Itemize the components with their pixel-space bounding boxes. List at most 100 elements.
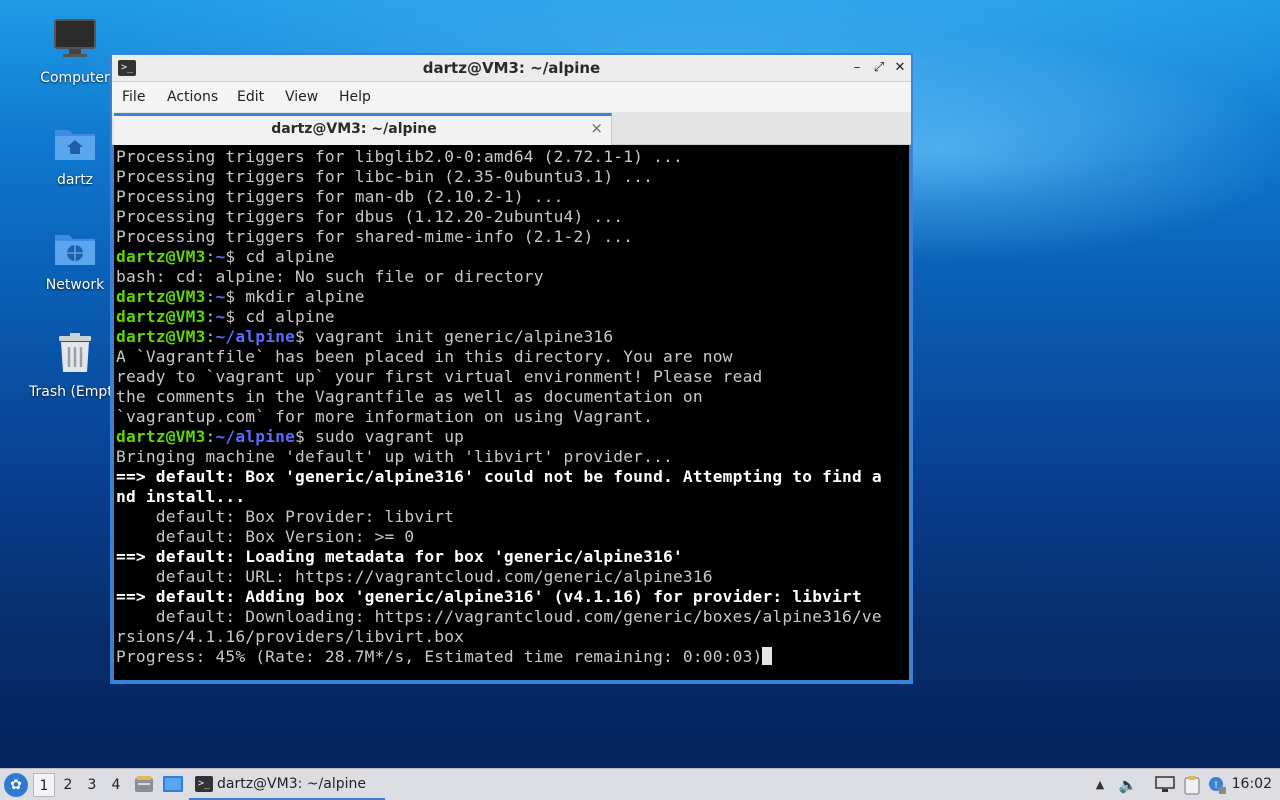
terminal-output-line: Progress: 45% (Rate: 28.7M*/s, Estimated…: [116, 647, 909, 667]
volume-icon[interactable]: 🔈: [1118, 775, 1138, 795]
prompt-command: mkdir alpine: [235, 287, 365, 306]
prompt-command: cd alpine: [235, 307, 335, 326]
terminal-output-line: A `Vagrantfile` has been placed in this …: [116, 347, 909, 367]
file-manager-icon[interactable]: [134, 775, 154, 793]
tab-close-icon[interactable]: ×: [590, 119, 603, 137]
terminal-output-line: default: URL: https://vagrantcloud.com/g…: [116, 567, 909, 587]
prompt-command: sudo vagrant up: [305, 427, 465, 446]
line-text: Progress: 45% (Rate: 28.7M*/s, Estimated…: [116, 647, 763, 666]
terminal-output-line: Processing triggers for dbus (1.12.20-2u…: [116, 207, 909, 227]
prompt-colon: :: [205, 307, 216, 326]
line-text: Processing triggers for libglib2.0-0:amd…: [116, 147, 683, 166]
terminal-output-line: ==> default: Box 'generic/alpine316' cou…: [116, 467, 909, 487]
window-titlebar[interactable]: >_ dartz@VM3: ~/alpine – ⤢ ✕: [112, 55, 911, 82]
line-text: bash: cd: alpine: No such file or direct…: [116, 267, 544, 286]
terminal-prompt-line: dartz@VM3:~$ mkdir alpine: [116, 287, 909, 307]
prompt-dollar: $: [295, 327, 305, 346]
menu-view[interactable]: View: [285, 89, 318, 105]
line-text: default: Downloading: https://vagrantclo…: [116, 607, 882, 626]
task-label: dartz@VM3: ~/alpine: [217, 776, 366, 792]
menu-bar: File Actions Edit View Help: [112, 82, 911, 112]
prompt-colon: :: [205, 427, 216, 446]
prompt-command: cd alpine: [235, 247, 335, 266]
prompt-user: dartz@VM3: [116, 287, 206, 306]
line-text: default: Box Version: >= 0: [116, 527, 415, 546]
menu-help[interactable]: Help: [339, 89, 371, 105]
line-text: `vagrantup.com` for more information on …: [116, 407, 654, 426]
prompt-path: ~: [215, 307, 226, 326]
prompt-path: ~: [215, 247, 226, 266]
clock: 16:02: [1231, 776, 1272, 792]
terminal-output-line: ==> default: Loading metadata for box 'g…: [116, 547, 909, 567]
line-text: Processing triggers for man-db (2.10.2-1…: [116, 187, 564, 206]
line-text: Processing triggers for dbus (1.12.20-2u…: [116, 207, 624, 226]
terminal-output-line: `vagrantup.com` for more information on …: [116, 407, 909, 427]
terminal-output-line: Processing triggers for libc-bin (2.35-0…: [116, 167, 909, 187]
line-text: default: Box Provider: libvirt: [116, 507, 455, 526]
menu-actions[interactable]: Actions: [167, 89, 218, 105]
line-text: Processing triggers for libc-bin (2.35-0…: [116, 167, 654, 186]
workspace-1[interactable]: 1: [33, 773, 55, 797]
minimize-button[interactable]: –: [848, 59, 866, 77]
line-text: ==> default: Loading metadata for box 'g…: [116, 547, 683, 566]
start-menu-icon[interactable]: ✿: [4, 773, 28, 797]
line-text: rsions/4.1.16/providers/libvirt.box: [116, 627, 465, 646]
taskbar-task-terminal[interactable]: >_ dartz@VM3: ~/alpine: [189, 770, 385, 800]
prompt-colon: :: [205, 287, 216, 306]
menu-edit[interactable]: Edit: [237, 89, 264, 105]
prompt-user: dartz@VM3: [116, 247, 206, 266]
workspace-3[interactable]: 3: [81, 773, 103, 797]
terminal-output-line: Processing triggers for libglib2.0-0:amd…: [116, 147, 909, 167]
terminal-output-line: Processing triggers for man-db (2.10.2-1…: [116, 187, 909, 207]
prompt-user: dartz@VM3: [116, 307, 206, 326]
terminal-output-line: default: Downloading: https://vagrantclo…: [116, 607, 909, 627]
line-text: Bringing machine 'default' up with 'libv…: [116, 447, 673, 466]
terminal-output[interactable]: Processing triggers for libglib2.0-0:amd…: [112, 145, 911, 682]
clipboard-icon[interactable]: [1182, 775, 1202, 795]
terminal-prompt-line: dartz@VM3:~$ cd alpine: [116, 307, 909, 327]
line-text: default: URL: https://vagrantcloud.com/g…: [116, 567, 713, 586]
terminal-output-line: Bringing machine 'default' up with 'libv…: [116, 447, 909, 467]
terminal-output-line: the comments in the Vagrantfile as well …: [116, 387, 909, 407]
show-desktop-icon[interactable]: [162, 775, 183, 793]
terminal-prompt-line: dartz@VM3:~/alpine$ sudo vagrant up: [116, 427, 909, 447]
workspace-2[interactable]: 2: [57, 773, 79, 797]
line-text: A `Vagrantfile` has been placed in this …: [116, 347, 733, 366]
prompt-dollar: $: [295, 427, 305, 446]
tab-bar: dartz@VM3: ~/alpine ×: [112, 112, 911, 145]
terminal-output-line: Processing triggers for shared-mime-info…: [116, 227, 909, 247]
terminal-output-line: ==> default: Adding box 'generic/alpine3…: [116, 587, 909, 607]
network-tray-icon[interactable]: [1155, 775, 1175, 795]
prompt-path: ~/alpine: [215, 427, 296, 446]
tab-terminal[interactable]: dartz@VM3: ~/alpine ×: [114, 113, 612, 145]
workspace-4[interactable]: 4: [105, 773, 127, 797]
window-title: dartz@VM3: ~/alpine: [422, 59, 601, 77]
prompt-user: dartz@VM3: [116, 327, 206, 346]
tray-arrow-icon[interactable]: ▲: [1090, 775, 1110, 795]
terminal-window[interactable]: >_ dartz@VM3: ~/alpine – ⤢ ✕ File Action…: [110, 53, 913, 684]
menu-file[interactable]: File: [122, 89, 145, 105]
maximize-button[interactable]: ⤢: [870, 59, 888, 77]
prompt-user: dartz@VM3: [116, 427, 206, 446]
line-text: Processing triggers for shared-mime-info…: [116, 227, 634, 246]
terminal-output-line: default: Box Provider: libvirt: [116, 507, 909, 527]
line-text: nd install...: [116, 487, 246, 506]
prompt-path: ~/alpine: [215, 327, 296, 346]
terminal-output-line: nd install...: [116, 487, 909, 507]
terminal-prompt-line: dartz@VM3:~/alpine$ vagrant init generic…: [116, 327, 909, 347]
terminal-prompt-line: dartz@VM3:~$ cd alpine: [116, 247, 909, 267]
terminal-output-line: default: Box Version: >= 0: [116, 527, 909, 547]
svg-text:!: !: [1214, 780, 1218, 791]
terminal-task-icon: >_: [195, 776, 213, 792]
line-text: ==> default: Box 'generic/alpine316' cou…: [116, 467, 882, 486]
line-text: the comments in the Vagrantfile as well …: [116, 387, 703, 406]
update-notifier-icon[interactable]: !: [1207, 775, 1227, 795]
terminal-output-line: ready to `vagrant up` your first virtual…: [116, 367, 909, 387]
prompt-dollar: $: [225, 307, 236, 326]
prompt-colon: :: [205, 247, 216, 266]
prompt-colon: :: [205, 327, 216, 346]
terminal-output-line: bash: cd: alpine: No such file or direct…: [116, 267, 909, 287]
line-text: ready to `vagrant up` your first virtual…: [116, 367, 763, 386]
close-button[interactable]: ✕: [891, 59, 909, 77]
terminal-cursor: [762, 647, 773, 665]
